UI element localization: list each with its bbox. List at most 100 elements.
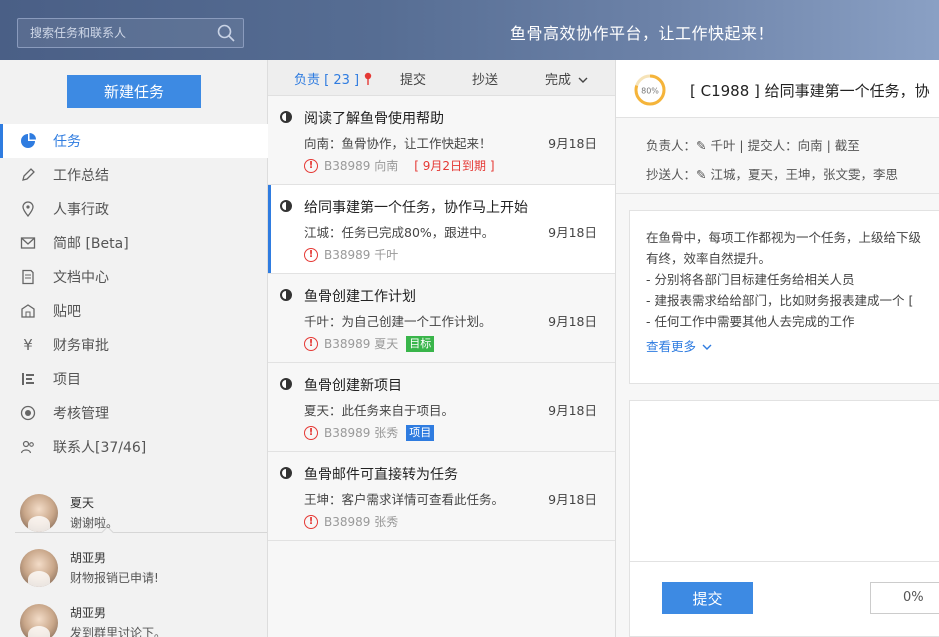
task-item[interactable]: 阅读了解鱼骨使用帮助 向南：鱼骨协作，让工作快起来！ 9月18日 ! B3898…: [268, 96, 615, 185]
sidebar-nav: 任务 工作总结 人事行政 简邮 [Beta] 文档中心 贴吧 ¥ 财务审批 项目: [0, 124, 268, 464]
reply-textarea[interactable]: [630, 401, 939, 561]
top-bar: 鱼骨高效协作平台，让工作快起来！: [0, 0, 939, 60]
sidebar-item-label: 人事行政: [53, 202, 109, 218]
task-meta: ! B38989 张秀: [304, 513, 398, 530]
task-date: 9月18日: [548, 314, 597, 329]
half-circle-status-icon: [280, 289, 292, 301]
target-icon: [20, 405, 36, 421]
contact-message: 发到群里讨论下。: [70, 626, 167, 637]
see-more-link[interactable]: 查看更多: [646, 336, 712, 355]
task-detail-panel: 80% [ C1988 ] 给同事建第一个任务，协 负责人：✎ 千叶 | 提交人…: [616, 60, 939, 637]
task-subtitle: 向南：鱼骨协作，让工作快起来！: [304, 136, 492, 151]
sidebar-item-label: 贴吧: [53, 304, 81, 320]
sidebar-item-label: 联系人[37/46]: [53, 440, 147, 456]
cc-line[interactable]: 抄送人：✎ 江城，夏天，王坤，张文雯，李思: [646, 164, 898, 183]
tab-responsible[interactable]: 负责 [ 23 ]: [294, 69, 372, 88]
goal-tag: 目标: [406, 335, 435, 352]
task-date: 9月18日: [548, 492, 597, 507]
task-meta: ! B38989 千叶: [304, 246, 398, 263]
detail-title: [ C1988 ] 给同事建第一个任务，协: [690, 82, 930, 100]
recent-contacts: 夏天 谢谢啦。 胡亚男 财物报销已申请! 胡亚男 发到群里讨论下。: [0, 485, 268, 637]
task-meta: ! B38989 张秀 项目: [304, 424, 435, 441]
building-icon: [20, 303, 36, 319]
progress-label: 80%: [641, 87, 659, 96]
task-subtitle: 夏天：此任务来自于项目。: [304, 403, 455, 418]
location-pin-icon: [20, 201, 36, 217]
contact-message: 财物报销已申请!: [70, 571, 159, 585]
sidebar-item-label: 项目: [53, 372, 81, 388]
task-subtitle: 千叶：为自己创建一个工作计划。: [304, 314, 492, 329]
task-item[interactable]: 鱼骨创建工作计划 千叶：为自己创建一个工作计划。 9月18日 ! B38989 …: [268, 274, 615, 363]
tab-responsible-label: 负责 [ 23 ]: [294, 73, 360, 88]
tab-cc[interactable]: 抄送: [472, 69, 498, 88]
envelope-icon: [20, 235, 36, 251]
contact-item[interactable]: 胡亚男 财物报销已申请!: [0, 540, 268, 595]
sidebar-item-label: 考核管理: [53, 406, 109, 422]
task-description: 在鱼骨中，每项工作都视为一个任务，上级给下级 有终，效率自然提升。 - 分别将各…: [629, 210, 939, 384]
alert-icon: !: [304, 425, 318, 440]
task-date: 9月18日: [548, 403, 597, 418]
chevron-down-icon: [702, 344, 712, 350]
project-tag: 项目: [406, 424, 435, 441]
alert-icon: !: [304, 514, 318, 529]
owner-line[interactable]: 负责人：✎ 千叶 | 提交人：向南 | 截至: [646, 135, 860, 154]
sidebar-item-projects[interactable]: 项目: [0, 362, 268, 396]
contact-item[interactable]: 胡亚男 发到群里讨论下。: [0, 595, 268, 637]
contact-name: 夏天: [70, 496, 95, 510]
sidebar-item-assessment[interactable]: 考核管理: [0, 396, 268, 430]
task-date: 9月18日: [548, 225, 597, 240]
task-item[interactable]: 鱼骨创建新项目 夏天：此任务来自于项目。 9月18日 ! B38989 张秀 项…: [268, 363, 615, 452]
task-meta: ! B38989 向南 [ 9月2日到期 ]: [304, 157, 495, 174]
avatar: [20, 603, 58, 637]
task-title: 鱼骨创建新项目: [304, 378, 402, 394]
sidebar-item-label: 简邮 [Beta]: [53, 236, 129, 252]
progress-percent-field[interactable]: 0%: [870, 582, 939, 614]
task-tabs: 负责 [ 23 ] 提交 抄送 完成: [268, 60, 615, 96]
contact-message: 谢谢啦。: [70, 516, 119, 530]
description-line: - 分别将各部门目标建任务给相关人员: [646, 272, 855, 287]
sidebar-item-mail[interactable]: 简邮 [Beta]: [0, 226, 268, 260]
description-line: - 任何工作中需要其他人去完成的工作: [646, 314, 855, 329]
sidebar-item-hr-admin[interactable]: 人事行政: [0, 192, 268, 226]
search-box[interactable]: [17, 18, 244, 48]
sidebar-item-documents[interactable]: 文档中心: [0, 260, 268, 294]
due-date-badge: [ 9月2日到期 ]: [414, 159, 495, 173]
pencil-icon: [20, 167, 36, 183]
sidebar-item-forum[interactable]: 贴吧: [0, 294, 268, 328]
tab-submitted[interactable]: 提交: [400, 69, 426, 88]
sidebar-item-contacts[interactable]: 联系人[37/46]: [0, 430, 268, 464]
pie-chart-icon: [20, 133, 36, 149]
detail-header: 80% [ C1988 ] 给同事建第一个任务，协: [616, 60, 939, 118]
half-circle-status-icon: [280, 200, 292, 212]
sidebar-item-tasks[interactable]: 任务: [0, 124, 268, 158]
sidebar-item-finance[interactable]: ¥ 财务审批: [0, 328, 268, 362]
task-item[interactable]: 鱼骨邮件可直接转为任务 王坤：客户需求详情可查看此任务。 9月18日 ! B38…: [268, 452, 615, 541]
detail-meta: 负责人：✎ 千叶 | 提交人：向南 | 截至 抄送人：✎ 江城，夏天，王坤，张文…: [616, 118, 939, 194]
submit-button[interactable]: 提交: [662, 582, 753, 614]
task-title: 给同事建第一个任务，协作马上开始: [304, 200, 528, 216]
task-code: B38989 向南: [324, 159, 399, 173]
task-item[interactable]: 给同事建第一个任务，协作马上开始 江城：任务已完成80%，跟进中。 9月18日 …: [268, 185, 615, 274]
contact-item[interactable]: 夏天 谢谢啦。: [0, 485, 268, 540]
alert-icon: !: [304, 158, 318, 173]
task-code: B38989 张秀: [324, 426, 399, 440]
task-code: B38989 千叶: [324, 248, 399, 262]
half-circle-status-icon: [280, 378, 292, 390]
sidebar-item-work-summary[interactable]: 工作总结: [0, 158, 268, 192]
search-input[interactable]: [18, 19, 243, 47]
progress-ring: 80%: [634, 74, 666, 106]
task-list-panel: 负责 [ 23 ] 提交 抄送 完成 阅读了解鱼骨使用帮助 向南：鱼骨协作，让工…: [268, 60, 616, 637]
contact-name: 胡亚男: [70, 606, 107, 620]
task-title: 阅读了解鱼骨使用帮助: [304, 111, 444, 127]
tab-done[interactable]: 完成: [545, 69, 588, 88]
new-task-button[interactable]: 新建任务: [67, 75, 201, 108]
half-circle-status-icon: [280, 467, 292, 479]
sidebar-item-label: 财务审批: [53, 338, 109, 354]
yen-icon: ¥: [23, 336, 33, 354]
search-icon[interactable]: [217, 24, 235, 42]
task-date: 9月18日: [548, 136, 597, 151]
contact-name: 胡亚男: [70, 551, 107, 565]
task-title: 鱼骨邮件可直接转为任务: [304, 467, 458, 483]
description-line: - 建报表需求给给部门，比如财务报表建成一个 [: [646, 293, 914, 308]
sidebar-item-label: 工作总结: [53, 168, 109, 184]
